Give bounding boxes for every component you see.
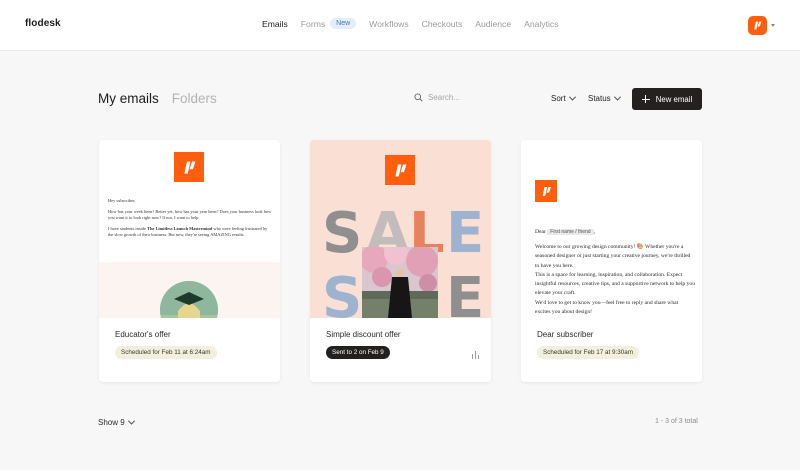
status-badge: Scheduled for Feb 17 at 9:30am	[537, 346, 639, 359]
new-badge: New	[330, 18, 357, 29]
email-card[interactable]: S A L E S E Simple discount offer Sent t…	[310, 140, 491, 382]
chevron-down-icon	[771, 24, 775, 27]
nav-audience[interactable]: Audience	[475, 19, 511, 29]
brand-logo-icon	[174, 152, 204, 182]
section-tabs: My emails Folders	[98, 91, 230, 106]
card-meta: Educator's offer Scheduled for Feb 11 at…	[99, 318, 280, 382]
status-badge: Scheduled for Feb 11 at 6:24am	[115, 346, 217, 359]
email-card[interactable]: Dear First name / friend, Welcome to our…	[521, 140, 702, 382]
account-menu[interactable]	[748, 16, 775, 35]
chevron-down-icon	[568, 93, 576, 101]
card-title: Dear subscriber	[537, 330, 594, 339]
main-nav: Emails Forms New Workflows Checkouts Audi…	[262, 18, 572, 29]
sort-dropdown[interactable]: Sort	[551, 93, 576, 103]
status-badge: Sent to 2 on Feb 9	[326, 346, 390, 359]
brand-logo-icon	[385, 155, 415, 185]
nav-emails[interactable]: Emails	[262, 19, 288, 29]
search-box[interactable]	[414, 93, 528, 102]
search-input[interactable]	[428, 93, 528, 102]
new-email-button[interactable]: New email	[632, 88, 702, 110]
sale-letter: S	[322, 201, 363, 266]
chevron-down-icon	[613, 93, 621, 101]
email-preview: Dear First name / friend, Welcome to our…	[521, 140, 702, 318]
preview-body: Dear First name / friend, Welcome to our…	[535, 229, 696, 315]
email-card[interactable]: Hey subscriber, How has your week been? …	[99, 140, 280, 382]
analytics-icon[interactable]	[472, 351, 479, 359]
merge-tag: First name / friend	[547, 229, 594, 235]
card-title: Simple discount offer	[326, 330, 401, 339]
pagination-summary: 1 - 3 of 3 total	[655, 418, 698, 425]
nav-forms[interactable]: Forms New	[301, 18, 357, 29]
nav-analytics[interactable]: Analytics	[524, 19, 558, 29]
app-logo[interactable]: flodesk	[25, 18, 61, 29]
status-dropdown[interactable]: Status	[588, 93, 621, 103]
plus-icon	[641, 95, 650, 103]
brand-logo-icon	[754, 21, 762, 30]
sale-letter: E	[446, 201, 485, 266]
avatar	[748, 16, 767, 35]
top-nav: flodesk Emails Forms New Workflows Checko…	[0, 0, 800, 51]
brand-logo-icon	[535, 180, 557, 202]
sale-letter: E	[446, 266, 485, 319]
page-size-select[interactable]: Show 9	[98, 417, 135, 427]
nav-checkouts[interactable]: Checkouts	[422, 19, 463, 29]
tab-folders[interactable]: Folders	[172, 91, 217, 106]
graduation-photo	[362, 247, 438, 318]
preview-body: Hey subscriber, How has your week been? …	[108, 198, 272, 238]
search-icon	[414, 93, 423, 102]
card-meta: Dear subscriber Scheduled for Feb 17 at …	[521, 318, 702, 382]
card-title: Educator's offer	[115, 330, 171, 339]
card-meta: Simple discount offer Sent to 2 on Feb 9	[310, 318, 491, 382]
email-preview: Hey subscriber, How has your week been? …	[99, 140, 280, 318]
sale-letter: S	[322, 266, 363, 319]
chevron-down-icon	[127, 417, 135, 425]
email-preview: S A L E S E	[310, 140, 491, 318]
tab-my-emails[interactable]: My emails	[98, 91, 159, 106]
nav-workflows[interactable]: Workflows	[369, 19, 408, 29]
